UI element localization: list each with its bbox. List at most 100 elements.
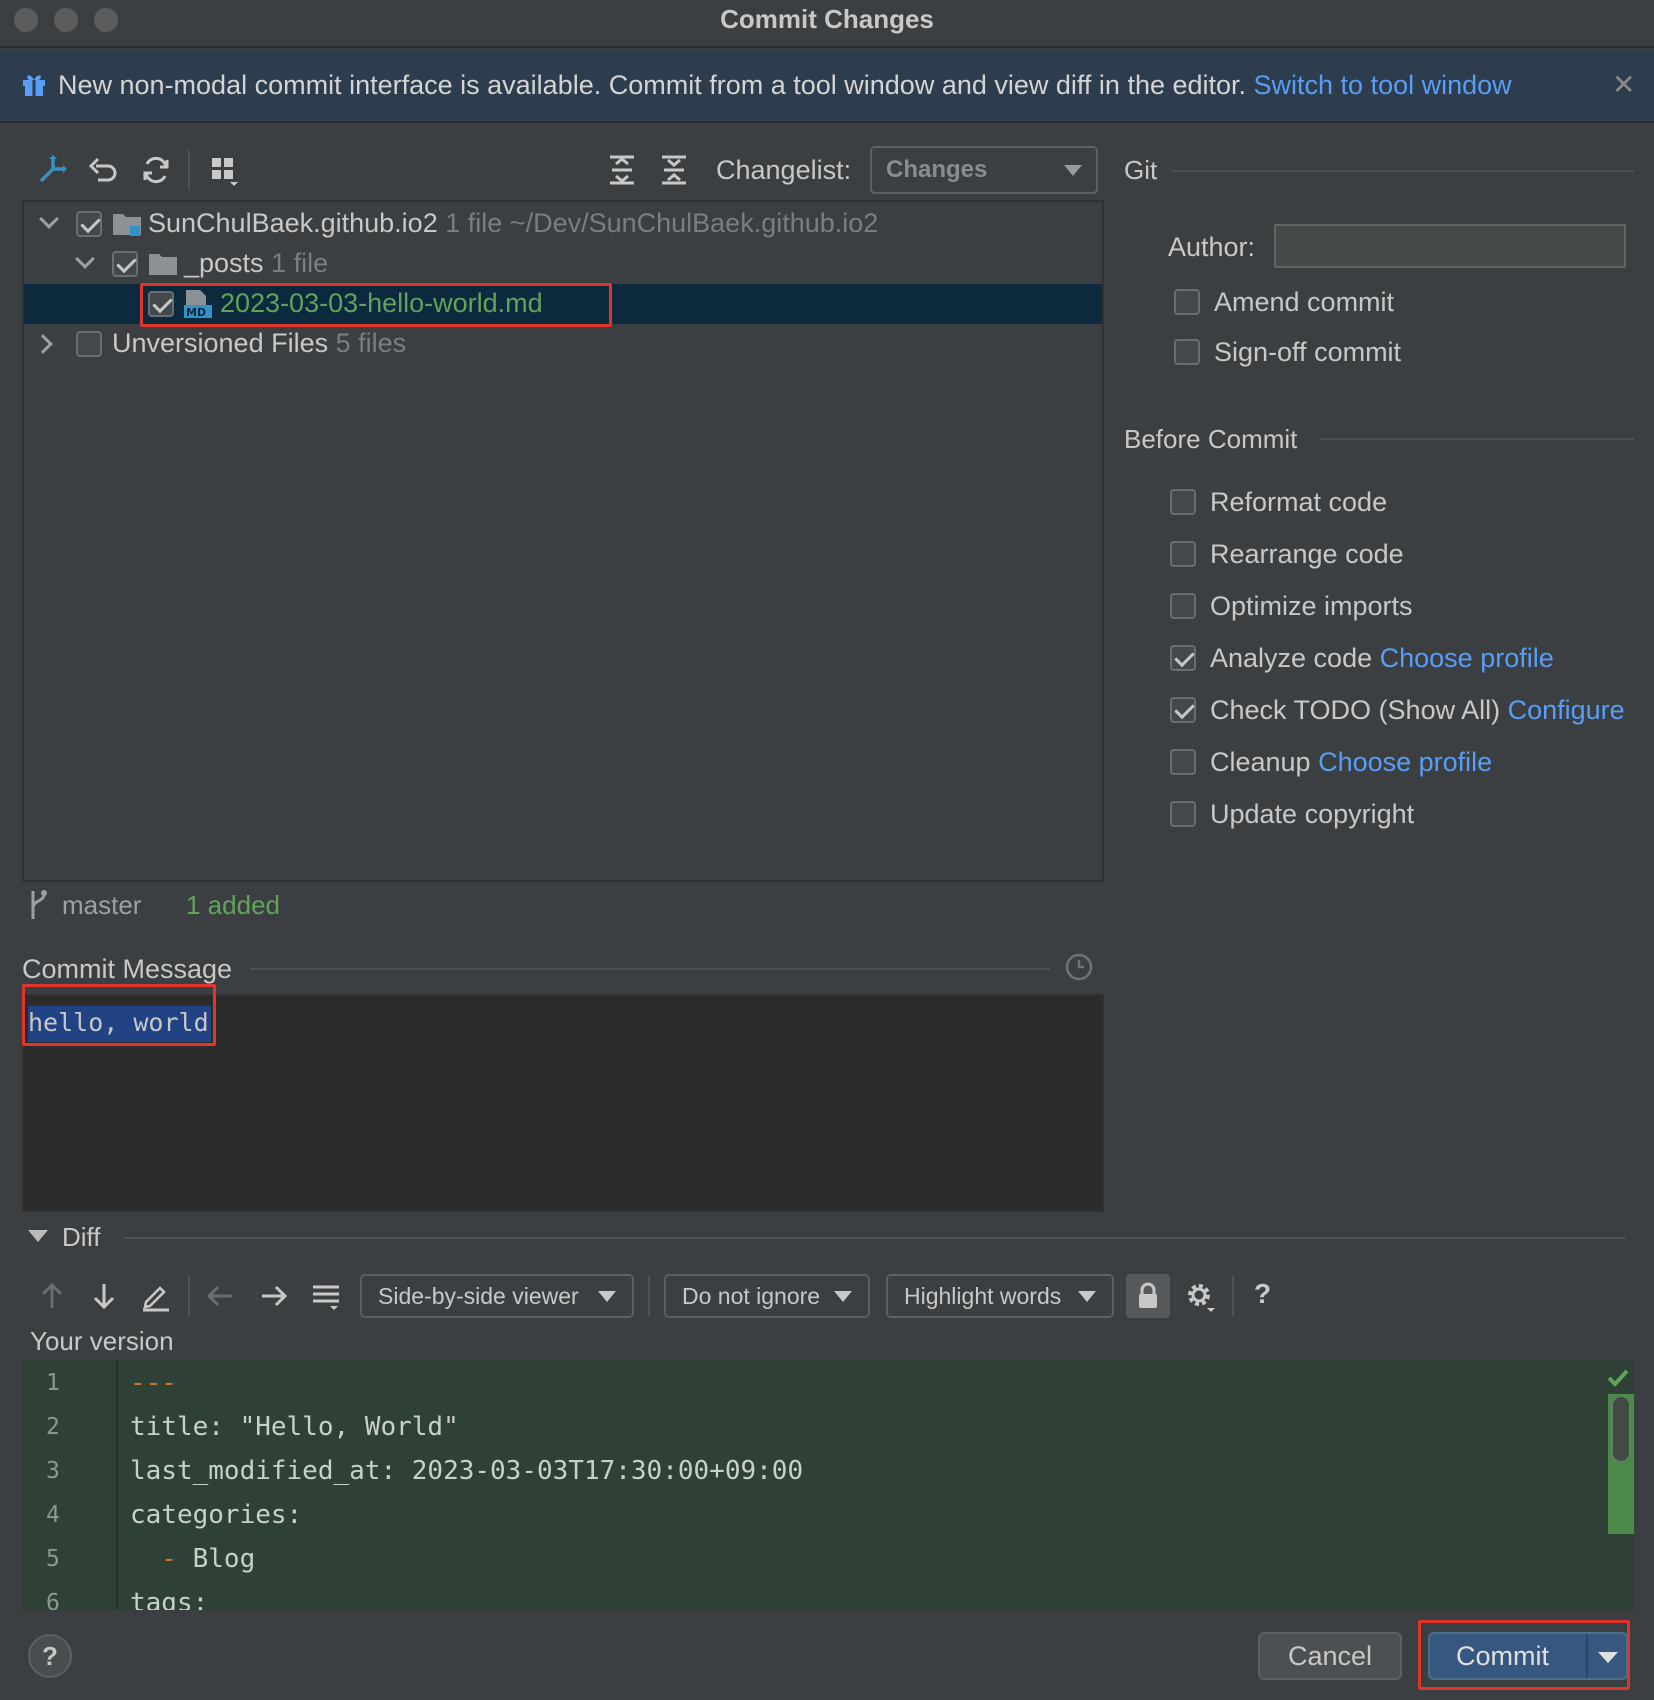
chevron-down-icon[interactable]: [39, 209, 59, 229]
signoff-checkbox[interactable]: [1174, 339, 1200, 365]
optimize-checkbox[interactable]: [1170, 593, 1196, 619]
copyright-checkbox[interactable]: [1170, 801, 1196, 827]
tree-row-file[interactable]: MD 2023-03-03-hello-world.md: [24, 284, 1102, 324]
close-icon[interactable]: ✕: [1612, 68, 1635, 101]
split-divider: [1586, 1634, 1588, 1678]
next-difference-icon[interactable]: [84, 1276, 124, 1316]
commit-message-label: Commit Message: [22, 954, 233, 984]
chevron-down-icon: [1078, 1291, 1096, 1302]
root-checkbox[interactable]: [76, 211, 102, 237]
signoff-label[interactable]: Sign-off commit: [1214, 337, 1401, 368]
gear-icon[interactable]: [1180, 1276, 1220, 1316]
rearrange-label[interactable]: Rearrange code: [1210, 539, 1404, 570]
previous-file-icon[interactable]: [200, 1276, 240, 1316]
posts-checkbox[interactable]: [112, 251, 138, 277]
check-icon: [1606, 1366, 1630, 1390]
line-number: 3: [46, 1458, 60, 1484]
root-path: ~/Dev/SunChulBaek.github.io2: [509, 208, 879, 238]
unversioned-checkbox[interactable]: [76, 331, 102, 357]
root-name: SunChulBaek.github.io2: [148, 208, 438, 238]
changelist-select[interactable]: Changes: [870, 146, 1098, 194]
group-by-icon[interactable]: [204, 150, 244, 190]
line-number: 6: [46, 1590, 60, 1610]
switch-to-tool-window-link[interactable]: Switch to tool window: [1254, 70, 1512, 100]
code-line: - Blog: [130, 1544, 255, 1574]
commit-message-text: hello, world: [28, 1006, 211, 1042]
chevron-down-icon[interactable]: [1598, 1652, 1618, 1663]
optimize-label[interactable]: Optimize imports: [1210, 591, 1413, 622]
chevron-down-icon: [1064, 165, 1082, 176]
refresh-icon[interactable]: [136, 150, 176, 190]
markdown-file-icon: MD: [182, 288, 214, 320]
list-dash: -: [130, 1544, 177, 1574]
section-divider: [1172, 170, 1634, 172]
rearrange-checkbox[interactable]: [1170, 541, 1196, 567]
toolbar-separator: [188, 1276, 190, 1316]
code-line: tags:: [130, 1588, 209, 1610]
section-divider: [124, 1237, 1626, 1239]
cleanup-checkbox[interactable]: [1170, 749, 1196, 775]
diff-collapse-icon[interactable]: [28, 1230, 48, 1242]
collapse-all-icon[interactable]: [654, 150, 694, 190]
ignore-value: Do not ignore: [682, 1282, 821, 1309]
reformat-label[interactable]: Reformat code: [1210, 487, 1387, 518]
diff-editor[interactable]: 1 2 3 4 5 6 --- title: "Hello, World" la…: [22, 1360, 1634, 1610]
history-icon[interactable]: [1064, 952, 1094, 982]
analyze-label[interactable]: Analyze code: [1210, 643, 1372, 673]
author-input[interactable]: [1274, 224, 1626, 268]
diff-help-icon[interactable]: ?: [1254, 1278, 1271, 1310]
changes-summary: 1 added: [186, 890, 280, 920]
banner-text: New non-modal commit interface is availa…: [58, 70, 1254, 100]
chevron-down-icon[interactable]: [75, 249, 95, 269]
show-diff-icon[interactable]: [32, 150, 72, 190]
md-badge-text: MD: [186, 306, 206, 319]
next-file-icon[interactable]: [254, 1276, 294, 1316]
root-label: SunChulBaek.github.io2 1 file ~/Dev/SunC…: [148, 208, 878, 239]
tree-row-unversioned[interactable]: Unversioned Files 5 files: [24, 324, 1102, 364]
lock-icon[interactable]: [1126, 1274, 1170, 1318]
viewer-select[interactable]: Side-by-side viewer: [360, 1274, 634, 1318]
rollback-icon[interactable]: [84, 150, 124, 190]
file-list-icon[interactable]: [306, 1276, 346, 1316]
commit-button[interactable]: Commit: [1428, 1632, 1628, 1680]
code-line: categories:: [130, 1500, 303, 1530]
analyze-option: Analyze code Choose profile: [1210, 643, 1554, 674]
title-bar: Commit Changes: [0, 0, 1654, 48]
amend-checkbox[interactable]: [1174, 289, 1200, 315]
code-line: ---: [130, 1368, 177, 1398]
cleanup-label[interactable]: Cleanup: [1210, 747, 1311, 777]
ignore-whitespace-select[interactable]: Do not ignore: [664, 1274, 870, 1318]
scrollbar-thumb[interactable]: [1612, 1396, 1630, 1462]
file-checkbox[interactable]: [148, 291, 174, 317]
amend-label[interactable]: Amend commit: [1214, 287, 1394, 318]
section-divider: [1320, 438, 1634, 440]
toolbar-separator: [188, 150, 190, 190]
edit-source-icon[interactable]: [136, 1276, 176, 1316]
expand-all-icon[interactable]: [602, 150, 642, 190]
todo-label[interactable]: Check TODO (Show All): [1210, 695, 1500, 725]
highlight-mode-select[interactable]: Highlight words: [886, 1274, 1114, 1318]
line-number: 2: [46, 1414, 60, 1440]
chevron-right-icon[interactable]: [33, 334, 53, 354]
changes-tree[interactable]: SunChulBaek.github.io2 1 file ~/Dev/SunC…: [22, 200, 1104, 882]
root-count: 1 file: [445, 208, 503, 238]
todo-option: Check TODO (Show All) Configure: [1210, 695, 1625, 726]
author-label: Author:: [1168, 232, 1256, 262]
cleanup-choose-profile-link[interactable]: Choose profile: [1318, 747, 1492, 777]
todo-configure-link[interactable]: Configure: [1508, 695, 1625, 725]
todo-checkbox[interactable]: [1170, 697, 1196, 723]
tree-row-posts[interactable]: _posts 1 file: [24, 244, 1102, 284]
analyze-checkbox[interactable]: [1170, 645, 1196, 671]
analyze-choose-profile-link[interactable]: Choose profile: [1380, 643, 1554, 673]
help-button[interactable]: ?: [28, 1634, 72, 1678]
commit-button-label: Commit: [1456, 1640, 1549, 1671]
tree-row-root[interactable]: SunChulBaek.github.io2 1 file ~/Dev/SunC…: [24, 204, 1102, 244]
commit-message-input[interactable]: hello, world: [22, 994, 1104, 1212]
cancel-button[interactable]: Cancel: [1258, 1632, 1402, 1680]
code-line: last_modified_at: 2023-03-03T17:30:00+09…: [130, 1456, 804, 1486]
line-number: 5: [46, 1546, 60, 1572]
reformat-checkbox[interactable]: [1170, 489, 1196, 515]
notification-banner: New non-modal commit interface is availa…: [0, 50, 1654, 123]
copyright-label[interactable]: Update copyright: [1210, 799, 1414, 830]
previous-difference-icon[interactable]: [32, 1276, 72, 1316]
